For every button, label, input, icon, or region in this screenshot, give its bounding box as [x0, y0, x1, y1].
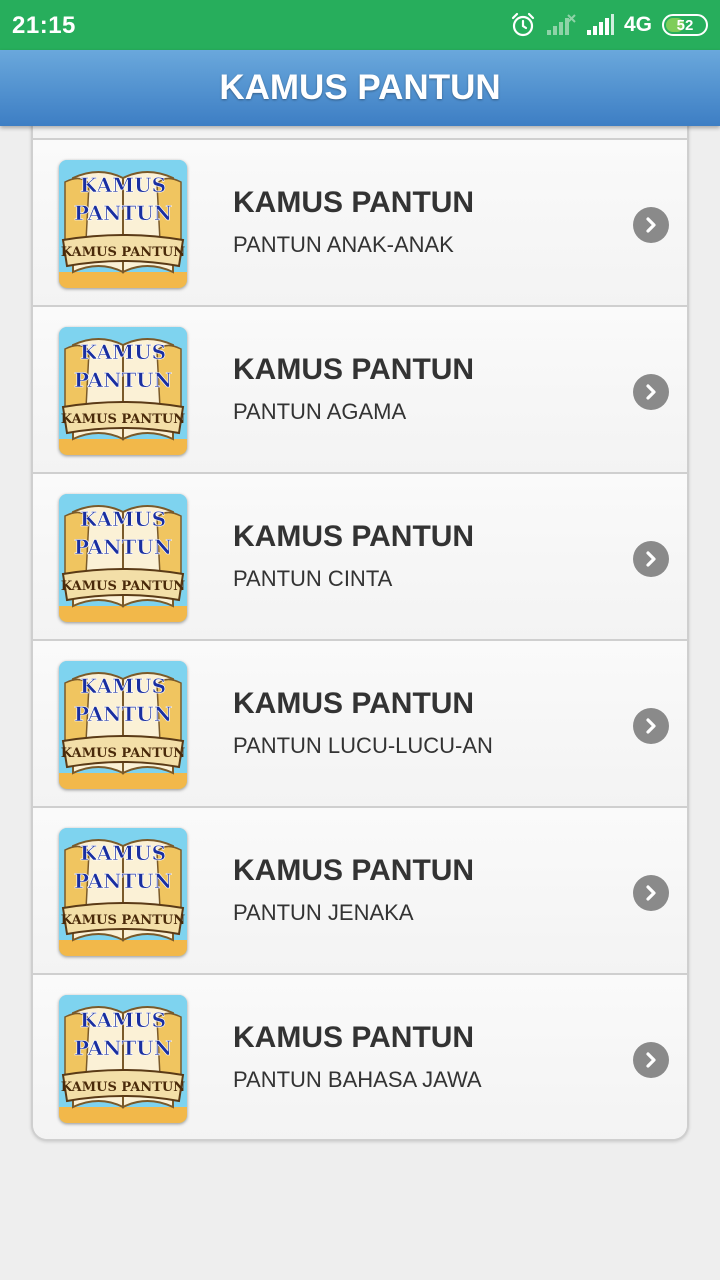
chevron-right-icon[interactable]	[633, 708, 669, 744]
app-bar: KAMUS PANTUN	[0, 50, 720, 126]
svg-text:PANTUN: PANTUN	[74, 702, 172, 726]
kamus-pantun-logo-icon: KAMUS PANTUN KAMUS PANTUN	[59, 828, 187, 956]
status-icons: 4G 52	[510, 11, 708, 39]
item-subtitle: PANTUN AGAMA	[233, 399, 407, 424]
svg-text:KAMUS PANTUN: KAMUS PANTUN	[61, 1080, 185, 1095]
list-item-4[interactable]: KAMUS PANTUN KAMUS PANTUN KAMUS PANTUN P…	[33, 641, 687, 808]
svg-text:KAMUS PANTUN: KAMUS PANTUN	[61, 913, 185, 928]
svg-text:PANTUN: PANTUN	[74, 201, 172, 225]
item-title: KAMUS PANTUN	[233, 854, 475, 887]
svg-text:KAMUS: KAMUS	[80, 841, 166, 865]
chevron-right-icon[interactable]	[633, 1042, 669, 1078]
item-title: KAMUS PANTUN	[233, 687, 475, 720]
list-item-6[interactable]: KAMUS PANTUN KAMUS PANTUN KAMUS PANTUN P…	[33, 975, 687, 1139]
list-item-5[interactable]: KAMUS PANTUN KAMUS PANTUN KAMUS PANTUN P…	[33, 808, 687, 975]
item-subtitle: PANTUN JENAKA	[233, 900, 414, 925]
item-title: KAMUS PANTUN	[233, 520, 475, 553]
svg-text:KAMUS: KAMUS	[80, 507, 166, 531]
chevron-right-icon[interactable]	[633, 875, 669, 911]
svg-text:KAMUS: KAMUS	[80, 340, 166, 364]
svg-text:KAMUS: KAMUS	[80, 173, 166, 197]
status-time: 21:15	[12, 12, 76, 39]
kamus-pantun-logo-icon: KAMUS PANTUN KAMUS PANTUN	[59, 661, 187, 789]
kamus-pantun-logo-icon: KAMUS PANTUN KAMUS PANTUN	[59, 995, 187, 1123]
status-bar: 21:15 4G 52	[0, 0, 720, 50]
svg-text:KAMUS PANTUN: KAMUS PANTUN	[61, 412, 185, 427]
list-item-3[interactable]: KAMUS PANTUN KAMUS PANTUN KAMUS PANTUN P…	[33, 474, 687, 641]
list-item-1[interactable]: KAMUS PANTUN KAMUS PANTUN KAMUS PANTUN P…	[33, 140, 687, 307]
network-type: 4G	[623, 13, 652, 36]
item-title: KAMUS PANTUN	[233, 186, 475, 219]
app-title: KAMUS PANTUN	[219, 68, 501, 107]
svg-text:PANTUN: PANTUN	[74, 869, 172, 893]
svg-text:KAMUS PANTUN: KAMUS PANTUN	[61, 579, 185, 594]
signal-no-service-icon	[546, 14, 576, 36]
kamus-pantun-logo-icon: KAMUS PANTUN KAMUS PANTUN	[59, 494, 187, 622]
item-title: KAMUS PANTUN	[233, 353, 475, 386]
battery-icon: 52	[662, 14, 708, 36]
battery-percent: 52	[676, 16, 694, 34]
svg-text:PANTUN: PANTUN	[74, 368, 172, 392]
svg-text:PANTUN: PANTUN	[74, 535, 172, 559]
chevron-right-icon[interactable]	[633, 207, 669, 243]
svg-text:KAMUS PANTUN: KAMUS PANTUN	[61, 245, 185, 260]
menu-list[interactable]: KAMUS PANTUN KAMUS PANTUN KAMUS PANTUN P…	[31, 118, 689, 1141]
kamus-pantun-logo-icon: KAMUS PANTUN KAMUS PANTUN	[59, 327, 187, 455]
svg-text:KAMUS PANTUN: KAMUS PANTUN	[61, 746, 185, 761]
svg-text:PANTUN: PANTUN	[74, 1036, 172, 1060]
item-subtitle: PANTUN LUCU-LUCU-AN	[233, 733, 493, 758]
chevron-right-icon[interactable]	[633, 541, 669, 577]
item-subtitle: PANTUN BAHASA JAWA	[233, 1067, 482, 1092]
item-subtitle: PANTUN CINTA	[233, 566, 393, 591]
kamus-pantun-logo-icon: KAMUS PANTUN KAMUS PANTUN	[59, 160, 187, 288]
item-title: KAMUS PANTUN	[233, 1021, 475, 1054]
item-subtitle: PANTUN ANAK-ANAK	[233, 232, 454, 257]
list-item-2[interactable]: KAMUS PANTUN KAMUS PANTUN KAMUS PANTUN P…	[33, 307, 687, 474]
svg-text:KAMUS: KAMUS	[80, 674, 166, 698]
svg-text:KAMUS: KAMUS	[80, 1008, 166, 1032]
alarm-icon	[510, 12, 536, 38]
signal-icon	[586, 14, 614, 36]
chevron-right-icon[interactable]	[633, 374, 669, 410]
